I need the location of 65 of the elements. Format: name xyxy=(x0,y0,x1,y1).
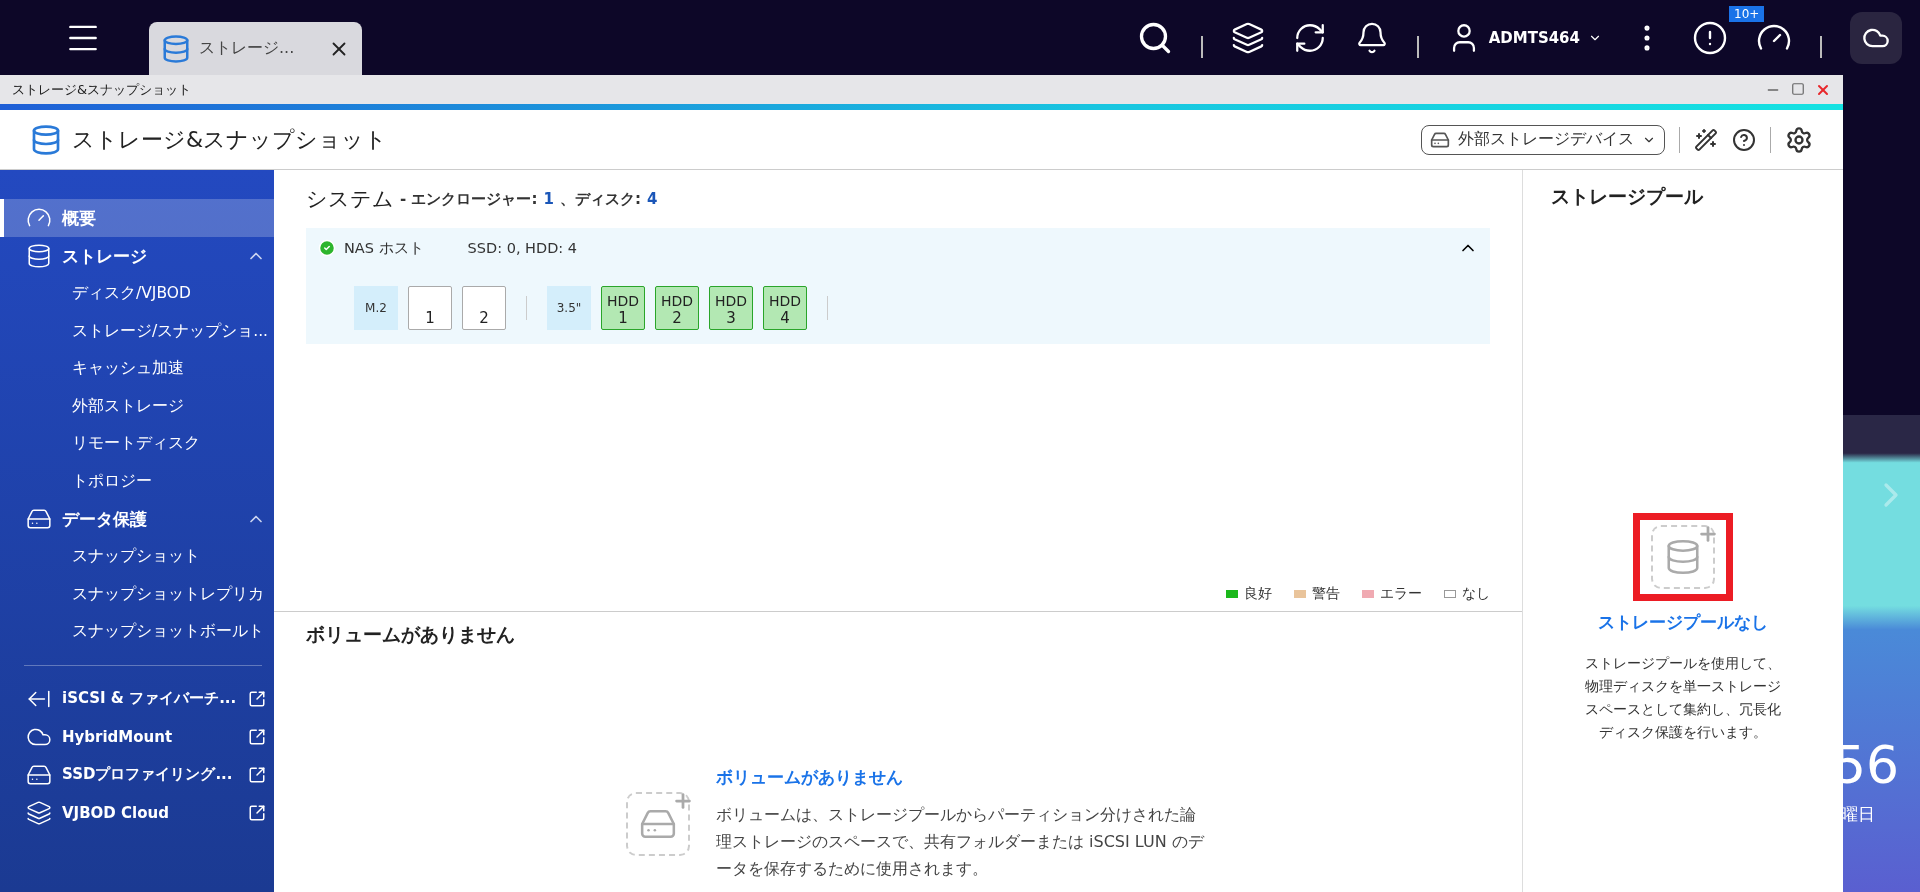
device-dropdown[interactable]: 外部ストレージデバイス xyxy=(1421,124,1665,155)
disk-slot[interactable]: HDD 3 xyxy=(709,286,753,330)
sidebar-subitem[interactable]: ディスク/VJBOD xyxy=(0,275,274,313)
cloud-button[interactable] xyxy=(1850,11,1902,64)
app-tab[interactable]: ストレージ... xyxy=(149,22,362,75)
disk-count: 4 xyxy=(646,190,658,208)
disk-slot[interactable]: 1 xyxy=(408,286,452,330)
sidebar-subitem[interactable]: キャッシュ加速 xyxy=(0,350,274,388)
sidebar-item[interactable]: 概要 xyxy=(0,199,274,237)
add-volume-icon xyxy=(626,792,690,856)
empty-title[interactable]: ボリュームがありません xyxy=(716,766,1206,789)
maximize-icon[interactable] xyxy=(1791,81,1805,96)
sidebar-item[interactable]: iSCSI & ファイバーチ... xyxy=(0,679,274,718)
legend-label: 良好 xyxy=(1244,585,1272,603)
external-link-icon xyxy=(248,765,266,784)
external-link-icon xyxy=(248,689,266,708)
empty-description: ストレージプールを使用して、物理ディスクを単一ストレージスペースとして集約し、冗長化ディスク保護を行います。 xyxy=(1584,654,1782,742)
sidebar-item[interactable]: データ保護 xyxy=(0,500,274,538)
settings-icon[interactable] xyxy=(1785,125,1813,154)
disk-slot[interactable]: HDD 4 xyxy=(763,286,807,330)
app-title: ストレージ&スナップショット xyxy=(72,125,388,154)
sidebar-item[interactable]: ストレージ xyxy=(0,237,274,275)
tab-title: ストレージ... xyxy=(199,38,296,59)
slot-group-label: 3.5" xyxy=(547,286,591,330)
database-icon xyxy=(30,123,62,156)
empty-description: ボリュームは、ストレージプールからパーティション分けされた論理ストレージのスペースで、共有フォルダーまたは iSCSI LUN のデータを保存するために使用されます。 xyxy=(716,804,1206,880)
sidebar-item[interactable]: HybridMount xyxy=(0,717,274,756)
enclosure-name: NAS ホスト xyxy=(344,238,424,258)
legend-label: エラー xyxy=(1380,585,1422,603)
enclosure-label: - エンクロージャー: xyxy=(400,189,538,209)
user-menu[interactable]: ADMTS464 xyxy=(1446,20,1602,55)
wand-icon[interactable] xyxy=(1694,127,1718,152)
database-icon xyxy=(161,33,191,64)
section-title: システム xyxy=(306,186,394,213)
sidebar-icon xyxy=(26,243,52,269)
empty-title[interactable]: ストレージプールなし xyxy=(1598,611,1768,634)
legend-label: なし xyxy=(1462,585,1490,603)
disk-label: 、ディスク: xyxy=(559,189,641,209)
section-title: ボリュームがありません xyxy=(306,622,516,647)
legend-label: 警告 xyxy=(1312,585,1340,603)
sidebar-subitem[interactable]: スナップショットレプリカ xyxy=(0,575,274,613)
sidebar-subitem[interactable]: ストレージ/スナップショ... xyxy=(0,312,274,350)
sidebar-item[interactable]: SSDプロファイリング... xyxy=(0,755,274,794)
disk-slot[interactable]: 2 xyxy=(462,286,506,330)
window-title: ストレージ&スナップショット xyxy=(12,80,192,99)
sidebar-subitem[interactable]: スナップショット xyxy=(0,538,274,576)
disk-slot[interactable]: HDD 2 xyxy=(655,286,699,330)
sidebar-icon xyxy=(26,799,52,826)
info-icon[interactable] xyxy=(1692,19,1728,56)
add-pool-icon xyxy=(1651,525,1715,589)
sidebar-subitem[interactable]: 外部ストレージ xyxy=(0,387,274,425)
disk-slot[interactable]: HDD 1 xyxy=(601,286,645,330)
sidebar-subitem[interactable]: トポロジー xyxy=(0,462,274,500)
disk-summary: SSD: 0, HDD: 4 xyxy=(467,240,578,256)
sidebar-item[interactable]: VJBOD Cloud xyxy=(0,793,274,832)
section-title: ストレージプール xyxy=(1551,184,1703,209)
stack-icon[interactable] xyxy=(1230,20,1265,55)
sidebar-subitem[interactable]: リモートディスク xyxy=(0,425,274,463)
help-icon[interactable] xyxy=(1732,127,1756,152)
enclosure-count: 1 xyxy=(543,190,554,208)
slot-group-label: M.2 xyxy=(354,286,398,330)
notification-badge: 10+ xyxy=(1729,5,1765,22)
external-link-icon xyxy=(248,727,266,746)
sidebar-subitem[interactable]: スナップショットボールト xyxy=(0,613,274,651)
external-link-icon xyxy=(248,803,266,822)
